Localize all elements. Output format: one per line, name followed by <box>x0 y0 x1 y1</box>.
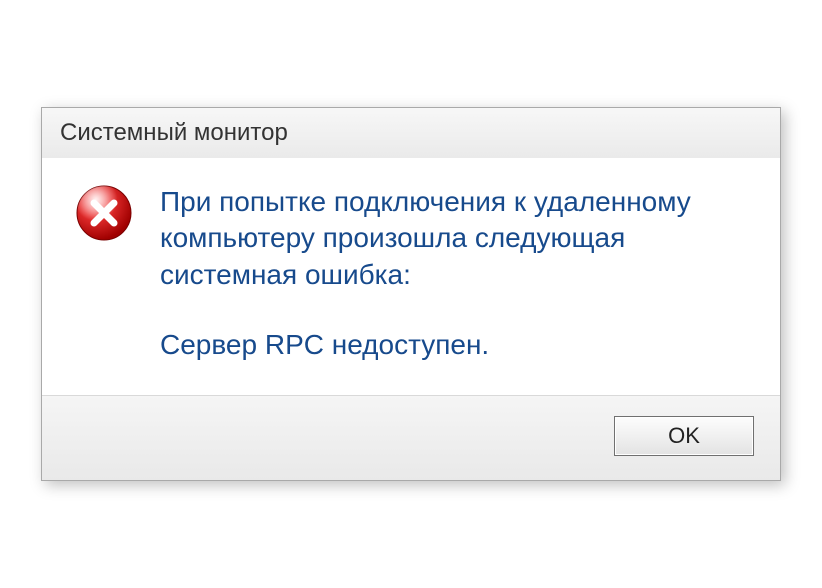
dialog-content: При попытке подключения к удаленному ком… <box>42 158 780 397</box>
error-icon <box>72 184 136 248</box>
dialog-titlebar: Системный монитор <box>42 108 780 158</box>
ok-button[interactable]: OK <box>614 416 754 456</box>
dialog-button-row: OK <box>42 396 780 480</box>
message-line-2: Сервер RPC недоступен. <box>160 327 750 363</box>
dialog-message: При попытке подключения к удаленному ком… <box>160 184 750 364</box>
error-dialog: Системный монитор <box>41 107 781 482</box>
message-line-1: При попытке подключения к удаленному ком… <box>160 184 750 293</box>
dialog-title: Системный монитор <box>60 119 288 147</box>
